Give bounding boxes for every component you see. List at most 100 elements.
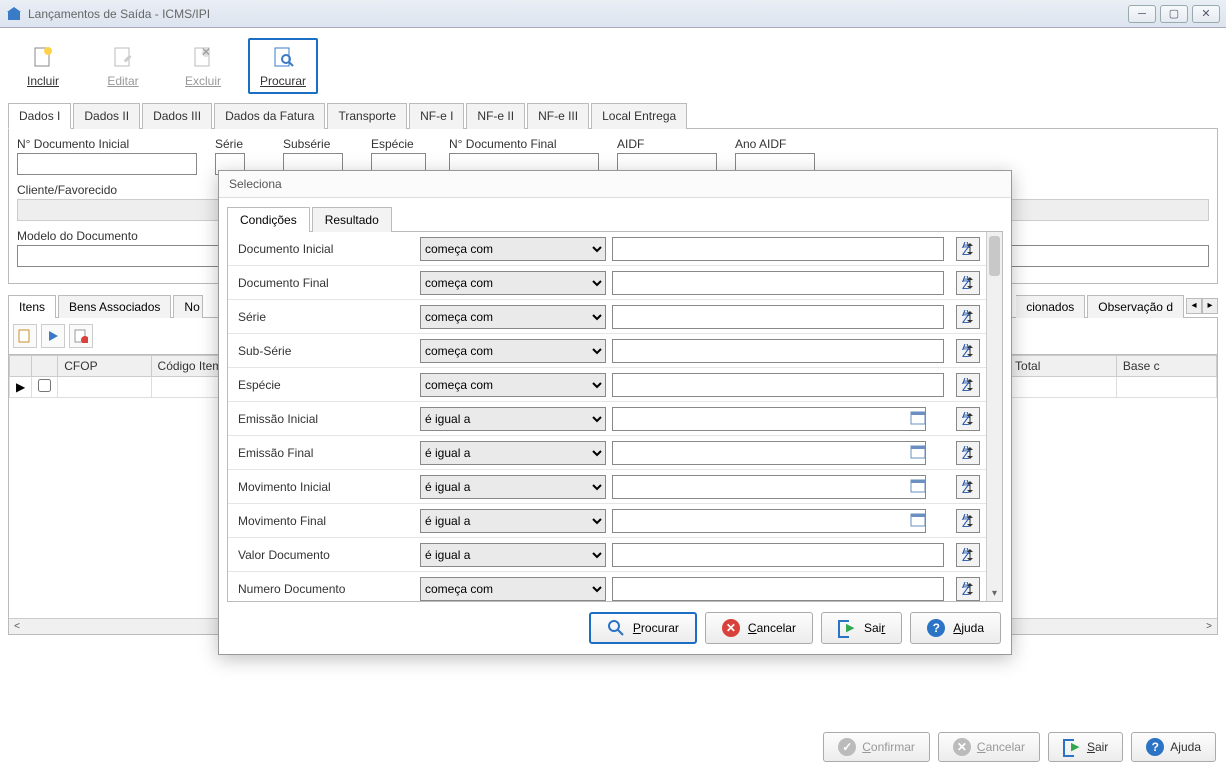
tab-transporte[interactable]: Transporte [327, 103, 407, 129]
condition-value-input[interactable] [612, 339, 944, 363]
dialog-procurar-button[interactable]: Procurar [589, 612, 697, 644]
minimize-button[interactable]: ─ [1128, 5, 1156, 23]
condition-operator-select[interactable]: começa com [420, 305, 606, 329]
row-checkbox[interactable] [38, 379, 51, 392]
sort-az-button[interactable]: AZ [956, 509, 980, 533]
tab-resultado[interactable]: Resultado [312, 207, 392, 232]
condition-value-input[interactable] [612, 441, 926, 465]
sort-az-button[interactable]: AZ [956, 577, 980, 601]
tab-condicoes[interactable]: Condições [227, 207, 310, 232]
condition-value-input[interactable] [612, 577, 944, 601]
dialog-sair-button[interactable]: Sair [821, 612, 902, 644]
label-subserie: Subsérie [283, 137, 353, 151]
app-icon [6, 6, 22, 22]
dialog-ajuda-button[interactable]: ? Ajuda [910, 612, 1001, 644]
cancel-icon: ✕ [953, 738, 971, 756]
dialog-footer: Procurar ✕ Cancelar Sair ? Ajuda [219, 602, 1011, 654]
condition-label: Espécie [234, 378, 414, 392]
help-icon: ? [1146, 738, 1164, 756]
scroll-right-icon[interactable]: > [1201, 619, 1217, 633]
condition-value-input[interactable] [612, 543, 944, 567]
grid-play-button[interactable] [41, 324, 65, 348]
label-num-doc-final: N° Documento Final [449, 137, 599, 151]
tab-nfe-iii[interactable]: NF-e III [527, 103, 589, 129]
dialog-cancelar-button[interactable]: ✕ Cancelar [705, 612, 813, 644]
excluir-button[interactable]: ✕ Excluir [168, 38, 238, 94]
sort-az-button[interactable]: AZ [956, 407, 980, 431]
tab-nfe-ii[interactable]: NF-e II [466, 103, 525, 129]
condition-value-input[interactable] [612, 509, 926, 533]
condition-operator-select[interactable]: começa com [420, 339, 606, 363]
condition-label: Documento Final [234, 276, 414, 290]
grid-col-cfop[interactable]: CFOP [58, 356, 151, 377]
condition-value-input[interactable] [612, 407, 926, 431]
sort-az-button[interactable]: AZ [956, 543, 980, 567]
row-indicator-icon: ▶ [10, 377, 32, 398]
sort-az-button[interactable]: AZ [956, 339, 980, 363]
input-num-doc-inicial[interactable] [17, 153, 197, 175]
condition-value-input[interactable] [612, 271, 944, 295]
dialog-procurar-label: rocurar [641, 621, 679, 635]
condition-label: Série [234, 310, 414, 324]
condition-row: Documento Inicial começa com AZ [228, 232, 986, 266]
condition-row: Movimento Inicialé igual aAZ [228, 470, 986, 504]
tab-local-entrega[interactable]: Local Entrega [591, 103, 687, 129]
condition-value-input[interactable] [612, 305, 944, 329]
condition-value-input[interactable] [612, 373, 944, 397]
tab-dados-i[interactable]: Dados I [8, 103, 71, 129]
condition-operator-select[interactable]: começa com [420, 373, 606, 397]
condition-value-input[interactable] [612, 475, 926, 499]
condition-operator-select[interactable]: começa com [420, 271, 606, 295]
grid-col-base[interactable]: Base c [1116, 356, 1216, 377]
sair-button[interactable]: Sair [1048, 732, 1123, 762]
subtab-itens[interactable]: Itens [8, 295, 56, 318]
tab-dados-ii[interactable]: Dados II [73, 103, 140, 129]
condition-operator-select[interactable]: começa com [420, 237, 606, 261]
subtab-scroll-left[interactable]: ◂ [1186, 298, 1202, 314]
condition-label: Emissão Inicial [234, 412, 414, 426]
condition-operator-select[interactable]: é igual a [420, 509, 606, 533]
condition-value-input[interactable] [612, 237, 944, 261]
ajuda-button[interactable]: ? Ajuda [1131, 732, 1216, 762]
subtab-observacao[interactable]: Observação d [1087, 295, 1184, 318]
label-ano-aidf: Ano AIDF [735, 137, 815, 151]
condition-operator-select[interactable]: é igual a [420, 441, 606, 465]
search-icon [607, 619, 625, 637]
maximize-button[interactable]: ▢ [1160, 5, 1188, 23]
condition-operator-select[interactable]: começa com [420, 577, 606, 601]
sort-az-button[interactable]: AZ [956, 271, 980, 295]
condition-row: Valor Documento é igual a AZ [228, 538, 986, 572]
grid-add-button[interactable] [13, 324, 37, 348]
condition-label: Valor Documento [234, 548, 414, 562]
tab-dados-fatura[interactable]: Dados da Fatura [214, 103, 325, 129]
tab-nfe-i[interactable]: NF-e I [409, 103, 464, 129]
condition-operator-select[interactable]: é igual a [420, 543, 606, 567]
procurar-button[interactable]: Procurar [248, 38, 318, 94]
subtab-scroll-right[interactable]: ▸ [1202, 298, 1218, 314]
cancelar-button[interactable]: ✕ Cancelar [938, 732, 1040, 762]
grid-delete-button[interactable] [69, 324, 93, 348]
close-button[interactable]: ✕ [1192, 5, 1220, 23]
sort-az-button[interactable]: AZ [956, 237, 980, 261]
confirmar-button[interactable]: ✓ Confirmar [823, 732, 930, 762]
sort-az-button[interactable]: AZ [956, 305, 980, 329]
grid-check-header [32, 356, 58, 377]
condition-operator-select[interactable]: é igual a [420, 407, 606, 431]
condition-row: Documento Final começa com AZ [228, 266, 986, 300]
sort-az-button[interactable]: AZ [956, 441, 980, 465]
subtab-truncated[interactable]: No [173, 295, 203, 318]
incluir-button[interactable]: Incluir [8, 38, 78, 94]
tab-dados-iii[interactable]: Dados III [142, 103, 212, 129]
condition-operator-select[interactable]: é igual a [420, 475, 606, 499]
subtab-bens[interactable]: Bens Associados [58, 295, 171, 318]
scrollbar-thumb[interactable] [989, 236, 1000, 276]
scrollbar-down-icon[interactable]: ▾ [987, 588, 1002, 599]
scroll-left-icon[interactable]: < [9, 619, 25, 633]
editar-button[interactable]: Editar [88, 38, 158, 94]
dialog-vertical-scrollbar[interactable]: ▾ [986, 232, 1002, 601]
condition-label: Documento Inicial [234, 242, 414, 256]
sair-label: air [1095, 740, 1108, 754]
subtab-relacionados[interactable]: cionados [1016, 295, 1085, 318]
sort-az-button[interactable]: AZ [956, 475, 980, 499]
sort-az-button[interactable]: AZ [956, 373, 980, 397]
